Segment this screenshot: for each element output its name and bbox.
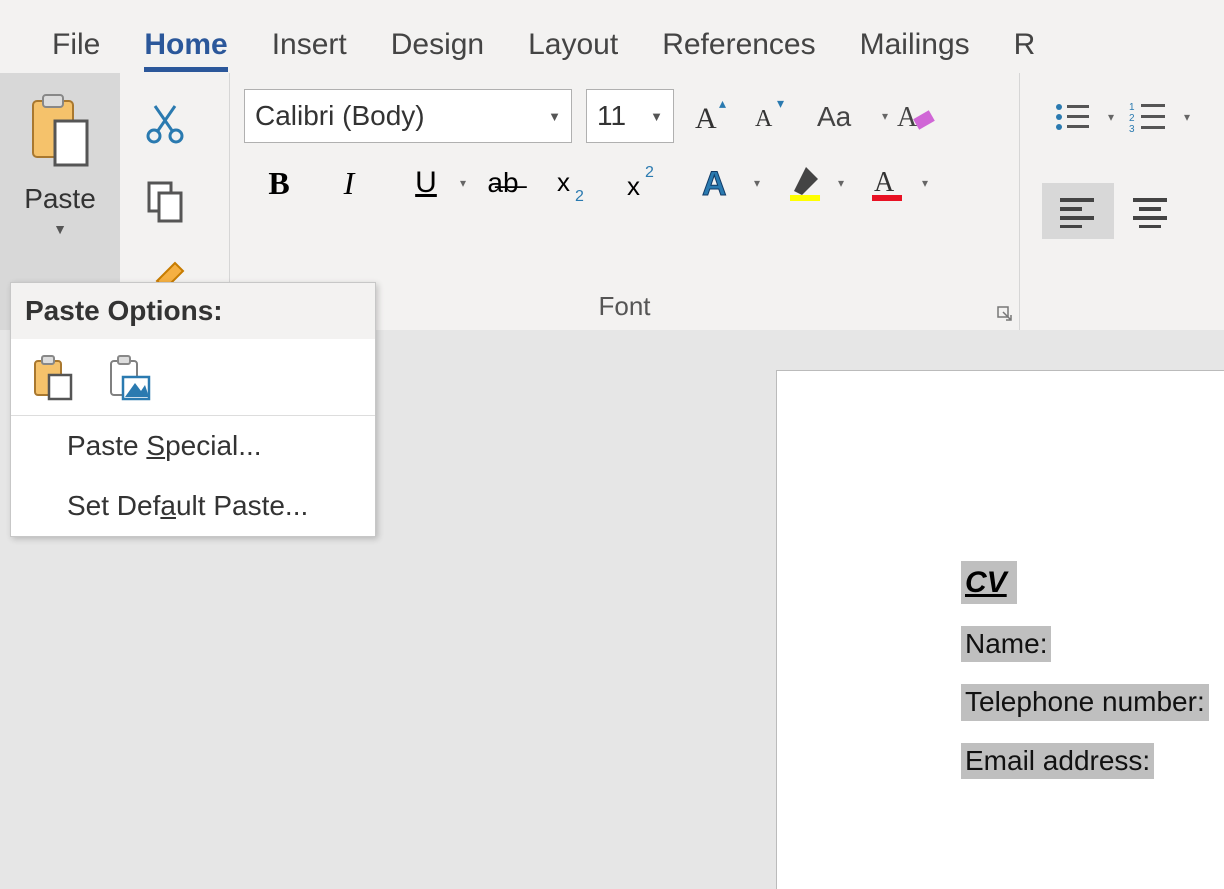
font-size-combo[interactable]: 11 ▼ <box>586 89 674 143</box>
align-center-icon <box>1131 194 1171 228</box>
svg-text:x: x <box>557 167 570 197</box>
underline-button[interactable]: U ▾ <box>396 157 456 209</box>
svg-text:A: A <box>755 106 773 132</box>
strikethrough-button[interactable]: a̶b̶ <box>480 157 526 209</box>
svg-text:1: 1 <box>1129 102 1135 113</box>
svg-text:▴: ▴ <box>719 96 726 111</box>
copy-button[interactable] <box>145 179 185 223</box>
chevron-down-icon: ▼ <box>548 109 561 124</box>
align-left-button[interactable] <box>1042 183 1114 239</box>
numbering-button[interactable]: 1 2 3 ▾ <box>1118 91 1180 143</box>
font-dialog-launcher[interactable] <box>997 306 1013 322</box>
tab-insert[interactable]: Insert <box>250 22 369 72</box>
paste-special-item[interactable]: Paste Special... <box>11 416 375 476</box>
doc-line-telephone[interactable]: Telephone number: <box>961 684 1209 720</box>
clear-formatting-button[interactable]: A <box>892 90 938 142</box>
align-center-button[interactable] <box>1128 185 1174 237</box>
svg-text:2: 2 <box>645 164 654 181</box>
subscript-button[interactable]: x 2 <box>550 157 596 209</box>
bullets-button[interactable]: ▾ <box>1042 91 1104 143</box>
svg-text:▾: ▾ <box>777 96 784 111</box>
svg-text:3: 3 <box>1129 124 1135 134</box>
clear-formatting-icon: A <box>895 96 935 136</box>
highlight-button[interactable]: ▾ <box>774 157 834 209</box>
paste-keep-source-button[interactable] <box>29 353 77 401</box>
underline-icon: U <box>415 166 437 200</box>
font-color-icon: A <box>868 163 908 203</box>
tab-design[interactable]: Design <box>369 22 506 72</box>
scissors-icon <box>145 102 185 146</box>
clipboard-paste-icon <box>25 91 95 173</box>
chevron-down-icon: ▼ <box>650 109 663 124</box>
tab-mailings[interactable]: Mailings <box>838 22 992 72</box>
bullets-icon <box>1053 100 1093 134</box>
grow-font-icon: A ▴ <box>691 96 731 136</box>
highlight-icon <box>784 163 824 203</box>
italic-icon: I <box>344 165 355 202</box>
paste-picture-button[interactable] <box>105 353 153 401</box>
tab-home[interactable]: Home <box>122 22 249 72</box>
document-content: CV Name: Telephone number: Email address… <box>961 561 1209 779</box>
shrink-font-button[interactable]: A ▾ <box>748 90 794 142</box>
chevron-down-icon: ▾ <box>1108 110 1114 124</box>
change-case-icon: Aa <box>815 96 871 136</box>
chevron-down-icon: ▾ <box>838 176 844 190</box>
chevron-down-icon: ▾ <box>882 109 888 123</box>
svg-text:A: A <box>695 102 717 135</box>
svg-text:x: x <box>627 171 640 201</box>
text-effects-button[interactable]: A ▾ <box>690 157 750 209</box>
strikethrough-icon: a̶b̶ <box>487 167 518 199</box>
clipboard-icon <box>29 353 77 401</box>
paste-label: Paste <box>24 183 96 215</box>
doc-heading-cv[interactable]: CV <box>961 561 1017 604</box>
font-name-value: Calibri (Body) <box>255 100 425 132</box>
copy-icon <box>145 179 185 223</box>
set-default-paste-item[interactable]: Set Default Paste... <box>11 476 375 536</box>
group-paragraph: ▾ 1 2 3 ▾ <box>1020 73 1224 330</box>
document-page[interactable]: CV Name: Telephone number: Email address… <box>776 370 1224 889</box>
text-effects-icon: A <box>700 163 740 203</box>
tab-file[interactable]: File <box>30 22 122 72</box>
dialog-launcher-icon <box>997 306 1013 322</box>
chevron-down-icon: ▾ <box>1184 110 1190 124</box>
tab-layout[interactable]: Layout <box>506 22 640 72</box>
font-color-button[interactable]: A ▾ <box>858 157 918 209</box>
paste-options-title: Paste Options: <box>11 283 375 339</box>
bold-icon: B <box>268 165 289 202</box>
svg-text:2: 2 <box>1129 113 1135 124</box>
superscript-button[interactable]: x 2 <box>620 157 666 209</box>
doc-line-email[interactable]: Email address: <box>961 743 1154 779</box>
svg-text:A: A <box>874 167 895 198</box>
tab-review-partial[interactable]: R <box>992 22 1058 72</box>
ribbon-tabs: File Home Insert Design Layout Reference… <box>0 0 1224 72</box>
tab-references[interactable]: References <box>640 22 837 72</box>
italic-button[interactable]: I <box>326 157 372 209</box>
change-case-button[interactable]: Aa ▾ <box>808 90 878 142</box>
subscript-icon: x 2 <box>553 163 593 203</box>
align-left-icon <box>1058 194 1098 228</box>
cut-button[interactable] <box>145 102 185 146</box>
bold-button[interactable]: B <box>256 157 302 209</box>
svg-text:2: 2 <box>575 188 584 203</box>
font-size-value: 11 <box>597 100 626 132</box>
svg-text:A: A <box>897 102 918 133</box>
paste-dropdown-arrow[interactable]: ▼ <box>53 221 67 237</box>
chevron-down-icon: ▾ <box>922 176 928 190</box>
shrink-font-icon: A ▾ <box>751 96 791 136</box>
svg-text:Aa: Aa <box>817 101 852 132</box>
doc-line-name[interactable]: Name: <box>961 626 1051 662</box>
superscript-icon: x 2 <box>623 163 663 203</box>
font-name-combo[interactable]: Calibri (Body) ▼ <box>244 89 572 143</box>
numbering-icon: 1 2 3 <box>1129 100 1169 134</box>
svg-text:A: A <box>702 165 727 203</box>
clipboard-picture-icon <box>105 353 153 401</box>
chevron-down-icon: ▾ <box>754 176 760 190</box>
grow-font-button[interactable]: A ▴ <box>688 90 734 142</box>
chevron-down-icon: ▾ <box>460 176 466 190</box>
paste-options-menu: Paste Options: Paste Special... Set Defa… <box>10 282 376 537</box>
